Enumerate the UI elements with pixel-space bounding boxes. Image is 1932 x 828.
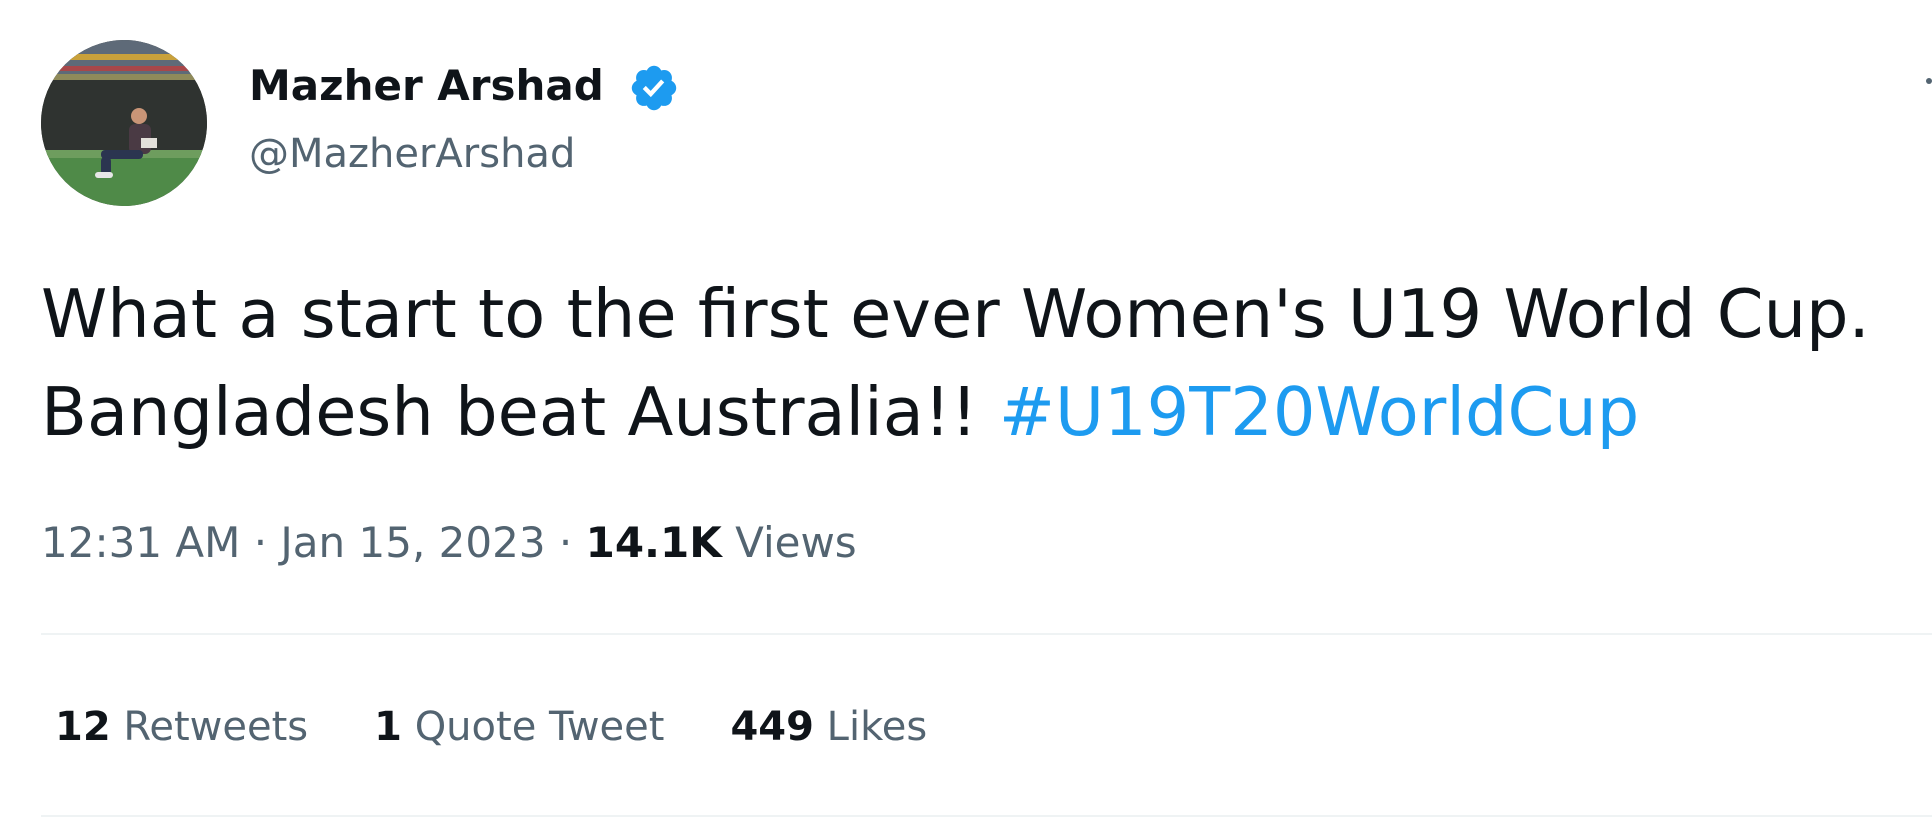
divider (41, 815, 1932, 817)
tweet-text-line-2: Bangladesh beat Australia!! #U19T20World… (41, 363, 1932, 461)
author-display-name[interactable]: Mazher Arshad (249, 54, 604, 118)
tweet-stats: 12 Retweets 1 Quote Tweet 449 Likes (55, 697, 993, 757)
quote-tweets-label: Quote Tweet (401, 704, 665, 750)
tweet-date[interactable]: Jan 15, 2023 (280, 518, 545, 567)
retweets-label: Retweets (110, 704, 309, 750)
verified-badge-icon[interactable] (628, 62, 680, 114)
tweet-metadata: 12:31 AM · Jan 15, 2023 · 14.1K Views (41, 513, 857, 573)
views-label: Views (721, 518, 857, 567)
hashtag-link[interactable]: #U19T20WorldCup (999, 373, 1639, 451)
divider (41, 633, 1932, 635)
tweet-time[interactable]: 12:31 AM (41, 518, 240, 567)
tweet-text-line-1: What a start to the first ever Women's U… (41, 275, 1870, 353)
retweets-count: 12 (55, 704, 111, 750)
likes-stat[interactable]: 449 Likes (730, 697, 927, 757)
tweet-text: What a start to the first ever Women's U… (41, 265, 1932, 461)
tweet-text-line-2-prefix: Bangladesh beat Australia!! (41, 373, 999, 451)
likes-count: 449 (730, 704, 814, 750)
avatar[interactable] (41, 40, 207, 206)
likes-label: Likes (813, 704, 928, 750)
quote-tweets-count: 1 (374, 704, 402, 750)
quote-tweets-stat[interactable]: 1 Quote Tweet (374, 697, 664, 757)
views-count: 14.1K (585, 518, 722, 567)
retweets-stat[interactable]: 12 Retweets (55, 697, 308, 757)
meta-separator: · (545, 518, 586, 567)
avatar-image (41, 40, 207, 206)
more-options-icon[interactable] (1926, 78, 1932, 84)
meta-separator: · (240, 518, 281, 567)
author-handle[interactable]: @MazherArshad (249, 122, 575, 186)
